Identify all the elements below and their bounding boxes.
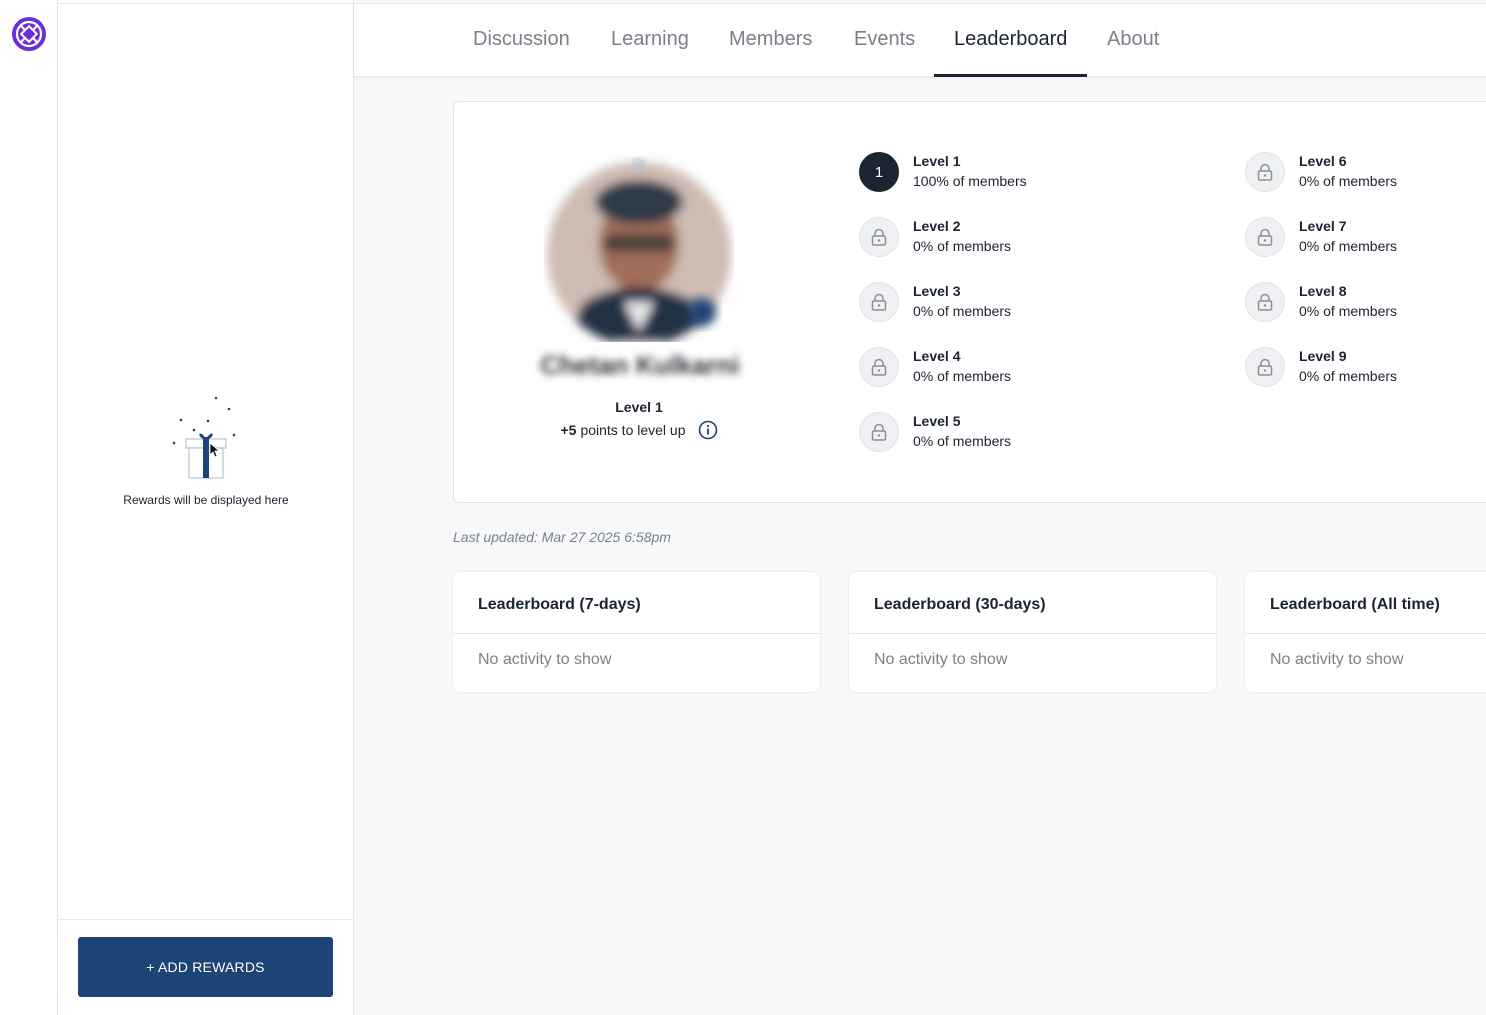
community-logo-icon[interactable] (11, 16, 47, 52)
rewards-empty-text: Rewards will be displayed here (123, 493, 289, 507)
leaderboard-empty-text: No activity to show (874, 651, 1008, 668)
level-item-4: Level 4 0% of members (859, 347, 1119, 391)
lock-icon (1257, 293, 1273, 311)
points-value: +5 (560, 422, 577, 438)
lock-icon (871, 358, 887, 376)
leaderboard-title: Leaderboard (30-days) (874, 596, 1046, 613)
level-badge-locked (859, 217, 899, 257)
level-percent: 0% of members (913, 303, 1012, 319)
points-to-level-up: +5 points to level up (524, 420, 754, 440)
lock-icon (1257, 358, 1273, 376)
level-badge-current: 1 (859, 152, 899, 192)
tab-leaderboard[interactable]: Leaderboard (954, 4, 1067, 78)
points-text: points to level up (580, 422, 686, 438)
user-level: Level 1 (615, 399, 663, 415)
leaderboard-7-days-card: Leaderboard (7-days) No activity to show (453, 572, 820, 692)
level-name: Level 5 (913, 413, 961, 429)
tab-discussion[interactable]: Discussion (473, 4, 570, 78)
level-item-3: Level 3 0% of members (859, 282, 1119, 326)
level-badge-locked (859, 282, 899, 322)
level-name: Level 8 (1299, 283, 1347, 299)
level-percent: 0% of members (913, 433, 1012, 449)
tab-about[interactable]: About (1107, 4, 1159, 78)
lock-icon (1257, 228, 1273, 246)
level-percent: 0% of members (1299, 368, 1398, 384)
lock-icon (1257, 163, 1273, 181)
leaderboard-empty-text: No activity to show (478, 651, 612, 668)
level-badge-locked (1245, 217, 1285, 257)
level-name: Level 4 (913, 348, 961, 364)
level-badge-locked (1245, 282, 1285, 322)
divider (453, 633, 820, 634)
level-item-5: Level 5 0% of members (859, 412, 1119, 456)
level-item-1: 1 Level 1 100% of members (859, 152, 1119, 196)
level-percent: 0% of members (913, 368, 1012, 384)
tab-members[interactable]: Members (729, 4, 812, 78)
level-name: Level 1 (913, 153, 961, 169)
level-item-9: Level 9 0% of members (1245, 347, 1486, 391)
avatar[interactable] (544, 152, 734, 342)
tab-learning[interactable]: Learning (611, 4, 689, 78)
level-percent: 100% of members (913, 173, 1027, 189)
leaderboard-all-time-card: Leaderboard (All time) No activity to sh… (1245, 572, 1486, 692)
level-badge-locked (1245, 347, 1285, 387)
level-name: Level 7 (1299, 218, 1347, 234)
level-percent: 0% of members (1299, 173, 1398, 189)
level-name: Level 2 (913, 218, 961, 234)
add-rewards-button[interactable]: + ADD REWARDS (78, 937, 333, 997)
leaderboard-title: Leaderboard (7-days) (478, 596, 641, 613)
username: Chetan Kulkarni (540, 350, 740, 380)
divider (849, 633, 1216, 634)
level-badge-locked (1245, 152, 1285, 192)
level-percent: 0% of members (1299, 303, 1398, 319)
divider (1245, 633, 1486, 634)
leaderboard-30-days-card: Leaderboard (30-days) No activity to sho… (849, 572, 1216, 692)
last-updated-text: Last updated: Mar 27 2025 6:58pm (453, 529, 671, 545)
level-badge-locked (859, 347, 899, 387)
rewards-panel: Rewards will be displayed here + ADD REW… (58, 0, 354, 1015)
level-item-8: Level 8 0% of members (1245, 282, 1486, 326)
level-item-6: Level 6 0% of members (1245, 152, 1486, 196)
tab-events[interactable]: Events (854, 4, 915, 78)
tab-bar: Discussion Learning Members Events Leade… (354, 3, 1486, 77)
lock-icon (871, 423, 887, 441)
leaderboard-title: Leaderboard (All time) (1270, 596, 1440, 613)
lock-icon (871, 293, 887, 311)
level-item-2: Level 2 0% of members (859, 217, 1119, 261)
level-name: Level 3 (913, 283, 961, 299)
level-name: Level 6 (1299, 153, 1347, 169)
active-tab-indicator (934, 74, 1087, 77)
lock-icon (871, 228, 887, 246)
level-percent: 0% of members (913, 238, 1012, 254)
leaderboard-empty-text: No activity to show (1270, 651, 1404, 668)
gift-icon (172, 396, 236, 479)
level-badge-locked (859, 412, 899, 452)
level-percent: 0% of members (1299, 238, 1398, 254)
level-name: Level 9 (1299, 348, 1347, 364)
level-item-7: Level 7 0% of members (1245, 217, 1486, 261)
level-card: Chetan Kulkarni Level 1 +5 points to lev… (453, 101, 1486, 503)
divider (58, 3, 353, 4)
app-rail (0, 0, 58, 1015)
info-icon[interactable] (698, 420, 718, 440)
rewards-footer: + ADD REWARDS (58, 919, 353, 1015)
